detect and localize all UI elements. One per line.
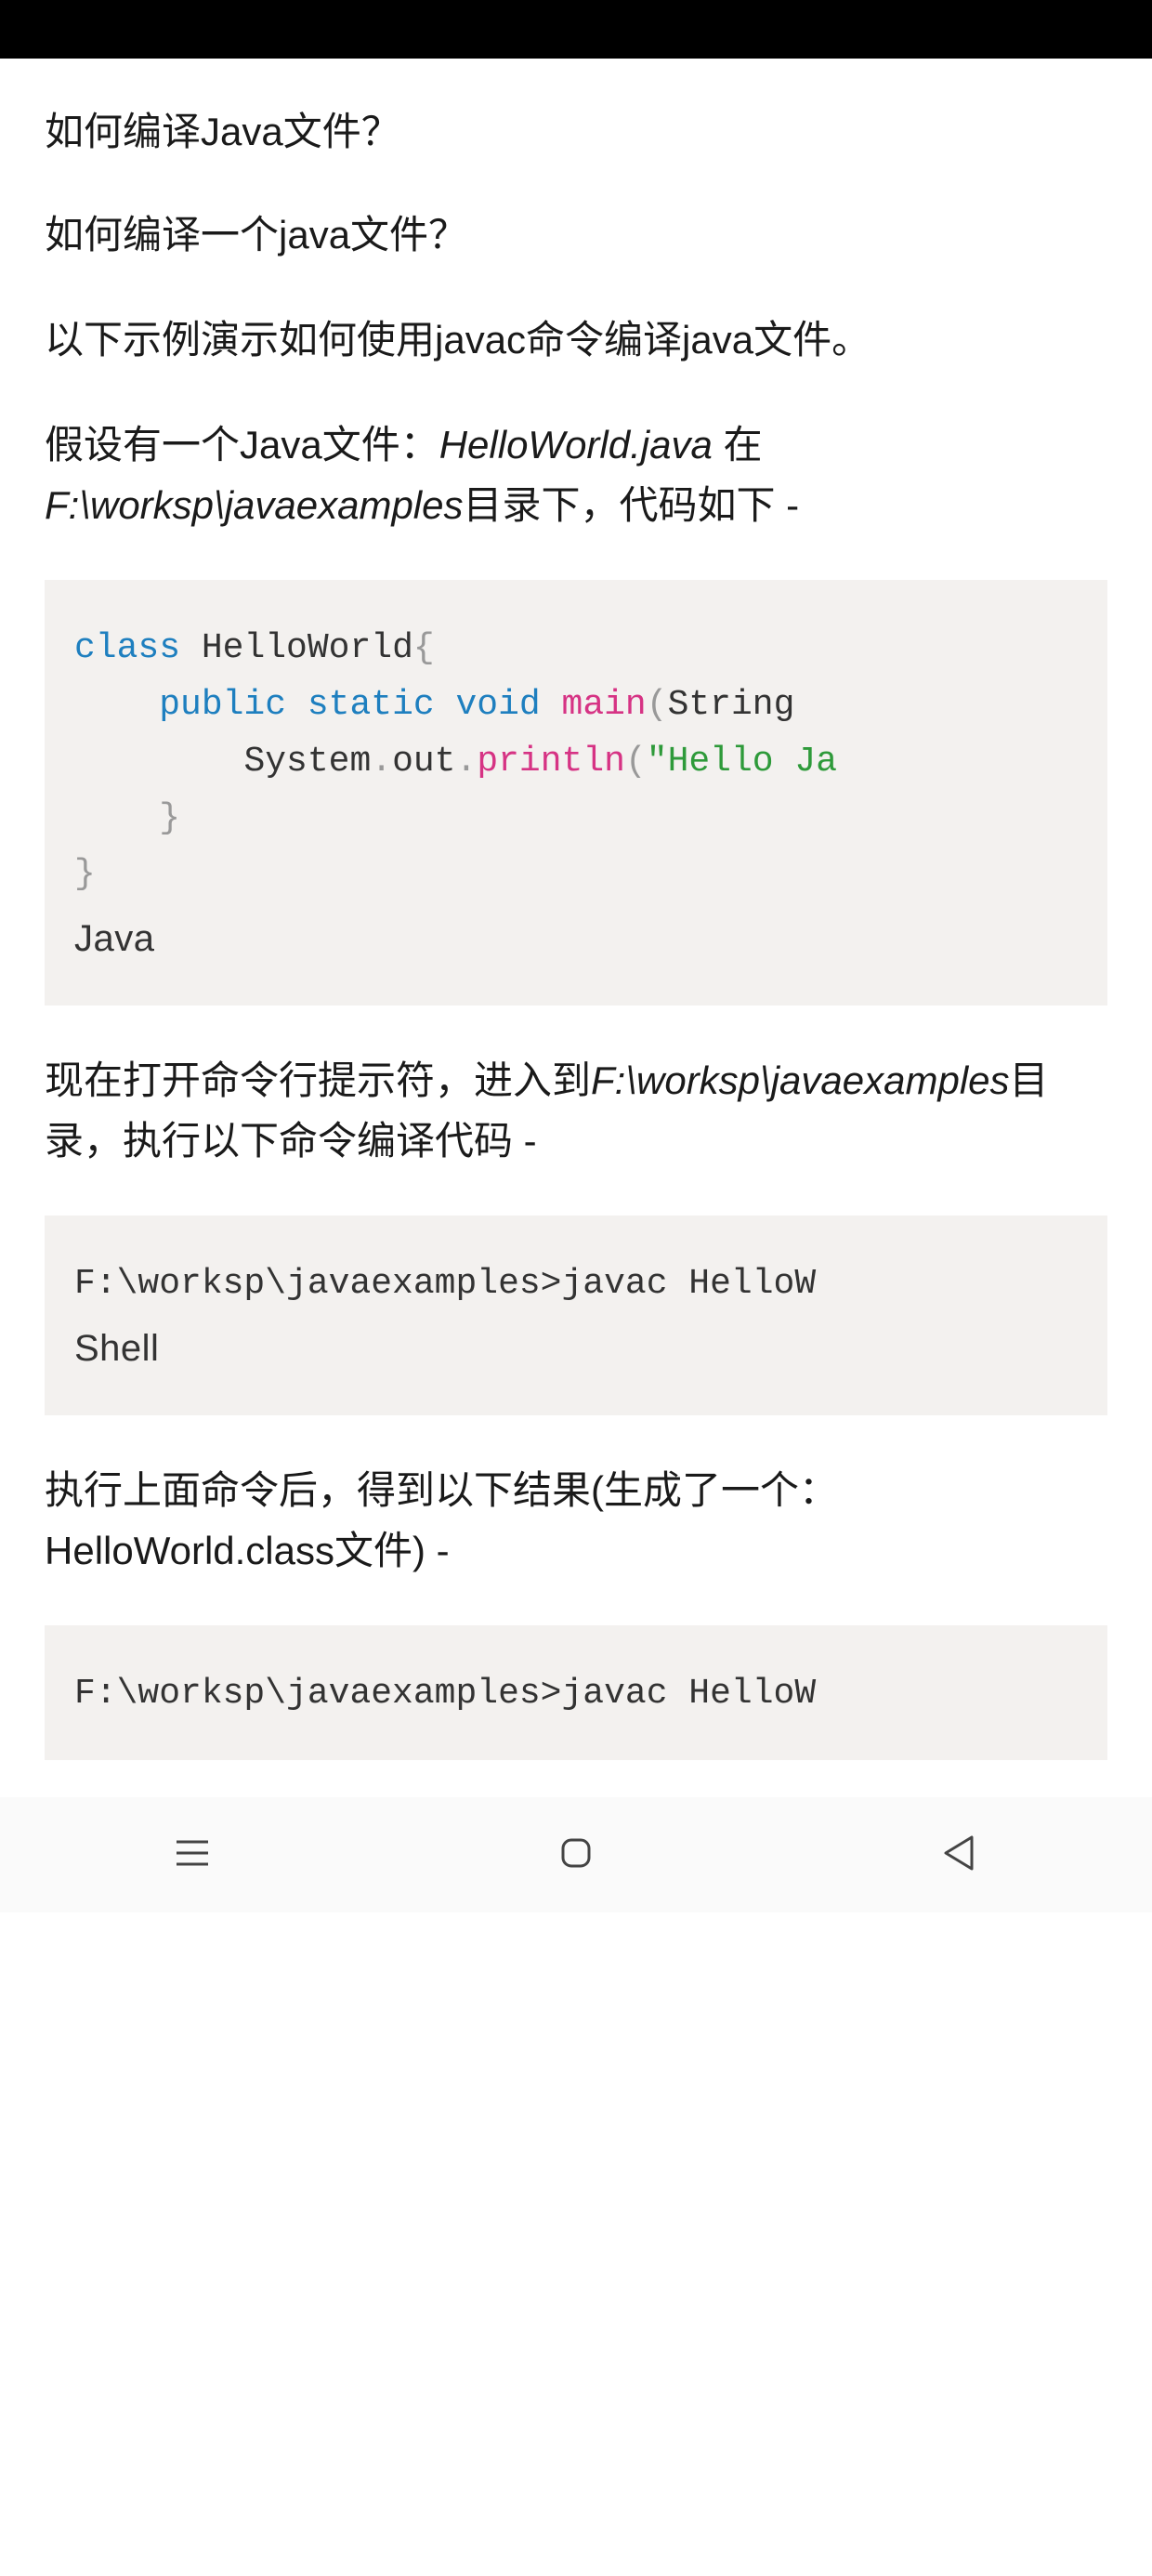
paragraph-cmd-intro: 现在打开命令行提示符，进入到F:\worksp\javaexamples目录，执… (45, 1050, 1107, 1171)
code-token (74, 742, 243, 782)
code-token: . (371, 742, 392, 782)
code-block-java: class HelloWorld{ public static void mai… (45, 580, 1107, 1005)
paragraph-intro: 以下示例演示如何使用javac命令编译java文件。 (45, 309, 1107, 370)
code-token: System (243, 742, 371, 782)
code-token: main (541, 685, 647, 725)
code-language-label: Shell (74, 1319, 1078, 1378)
filename-italic: HelloWorld.java (439, 423, 713, 467)
text: 假设有一个Java文件： (45, 423, 439, 467)
code-token: public (159, 685, 286, 725)
code-language-label: Java (74, 909, 1078, 968)
text: 现在打开命令行提示符，进入到 (45, 1058, 591, 1102)
code-token: { (413, 628, 435, 668)
code-token (74, 685, 159, 725)
code-token: HelloWorld (180, 628, 413, 668)
code-token (74, 798, 159, 838)
code-block-output: F:\worksp\javaexamples>javac HelloW (45, 1625, 1107, 1760)
page-title: 如何编译Java文件？ (45, 105, 1107, 160)
code-line: F:\worksp\javaexamples>javac HelloW (74, 1674, 816, 1714)
text: 目录下，代码如下 - (464, 483, 800, 527)
paragraph-assume: 假设有一个Java文件：HelloWorld.java 在 F:\worksp\j… (45, 414, 1107, 535)
code-block-shell: F:\worksp\javaexamples>javac HelloW Shel… (45, 1216, 1107, 1415)
status-bar (0, 0, 1152, 59)
code-token: } (159, 798, 180, 838)
code-token: "Hello Ja (647, 742, 837, 782)
article-content: 如何编译Java文件？ 如何编译一个java文件？ 以下示例演示如何使用java… (0, 59, 1152, 1797)
paragraph-result: 执行上面命令后，得到以下结果(生成了一个：HelloWorld.class文件)… (45, 1460, 1107, 1581)
recent-apps-button[interactable] (164, 1825, 220, 1881)
code-line: F:\worksp\javaexamples>javac HelloW (74, 1264, 816, 1304)
code-token: String (668, 685, 817, 725)
path-italic: F:\worksp\javaexamples (591, 1058, 1010, 1102)
path-italic: F:\worksp\javaexamples (45, 483, 464, 527)
text: 在 (713, 423, 763, 467)
code-token: . (456, 742, 478, 782)
code-token: static (286, 685, 435, 725)
system-nav-bar (0, 1797, 1152, 1912)
code-token: void (435, 685, 541, 725)
code-token: println (477, 742, 625, 782)
back-button[interactable] (932, 1825, 988, 1881)
code-token: class (74, 628, 180, 668)
code-token: ( (647, 685, 668, 725)
code-token: out (392, 742, 455, 782)
paragraph-question: 如何编译一个java文件？ (45, 204, 1107, 265)
code-token: ( (625, 742, 647, 782)
home-button[interactable] (548, 1825, 604, 1881)
code-token: } (74, 854, 96, 894)
